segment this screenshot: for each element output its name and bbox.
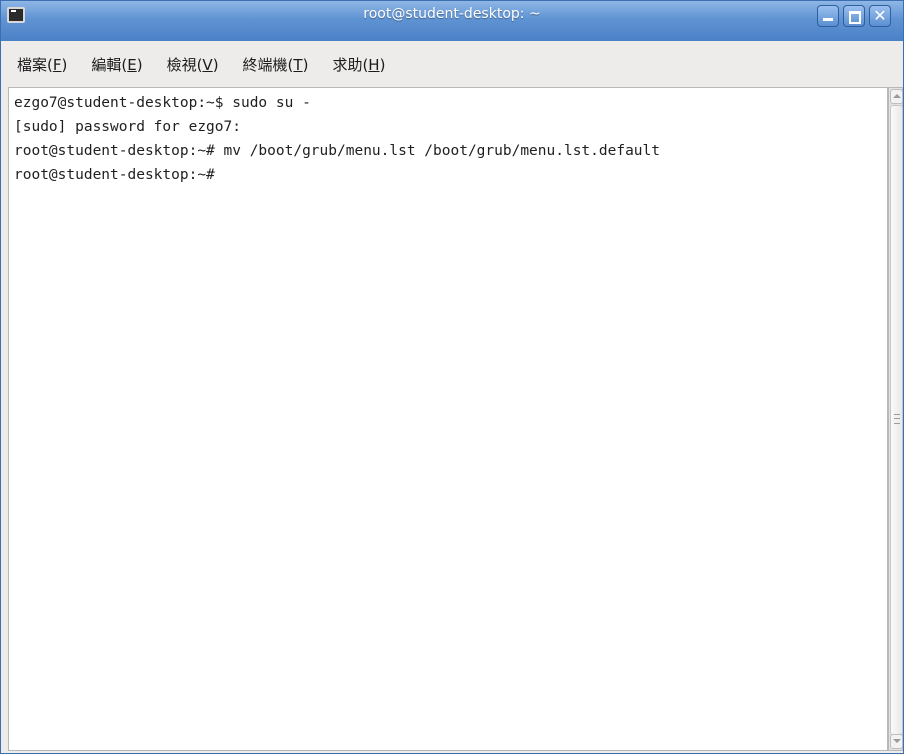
menu-file[interactable]: 檔案(F)	[17, 54, 67, 75]
menu-view-label: 檢視(	[166, 55, 203, 74]
menu-view[interactable]: 檢視(V)	[167, 54, 219, 75]
menu-terminal-mnemonic: T	[293, 55, 303, 74]
minimize-icon	[818, 6, 838, 26]
terminal-output[interactable]: ezgo7@student-desktop:~$ sudo su - [sudo…	[8, 87, 888, 751]
scroll-thumb[interactable]	[890, 105, 903, 735]
maximize-button[interactable]	[843, 5, 865, 27]
menu-help[interactable]: 求助(H)	[332, 54, 385, 75]
menu-view-mnemonic: V	[202, 55, 213, 74]
terminal-line: [sudo] password for ezgo7:	[14, 119, 241, 135]
title-bar[interactable]: root@student-desktop: ~ ✕	[1, 1, 903, 41]
terminal-line: root@student-desktop:~# mv /boot/grub/me…	[14, 143, 661, 159]
window-title: root@student-desktop: ~	[363, 6, 541, 22]
menu-file-mnemonic: F	[52, 55, 62, 74]
minimize-button[interactable]	[817, 5, 839, 27]
menu-terminal-label: 終端機(	[242, 55, 294, 74]
menu-help-mnemonic: H	[368, 55, 380, 74]
menu-edit-suffix: )	[136, 55, 143, 74]
terminal-line: ezgo7@student-desktop:~$ sudo su -	[14, 95, 311, 111]
menu-edit[interactable]: 編輯(E)	[91, 54, 142, 75]
menu-file-suffix: )	[61, 55, 68, 74]
menu-edit-mnemonic: E	[127, 55, 137, 74]
close-icon: ✕	[873, 6, 887, 25]
scroll-down-icon[interactable]	[890, 734, 903, 749]
menu-bar: 檔案(F) 編輯(E) 檢視(V) 終端機(T) 求助(H)	[1, 41, 903, 87]
maximize-icon	[844, 6, 864, 26]
menu-help-suffix: )	[379, 55, 386, 74]
scroll-up-icon[interactable]	[890, 89, 903, 104]
menu-file-label: 檔案(	[17, 55, 53, 74]
close-button[interactable]: ✕	[869, 5, 891, 27]
menu-edit-label: 編輯(	[91, 55, 128, 74]
grip-icon	[894, 414, 900, 424]
menu-help-label: 求助(	[332, 55, 369, 74]
menu-view-suffix: )	[212, 55, 219, 74]
vertical-scrollbar[interactable]	[888, 87, 903, 751]
menu-terminal-suffix: )	[302, 55, 309, 74]
terminal-line: root@student-desktop:~#	[14, 167, 215, 183]
terminal-window: root@student-desktop: ~ ✕ 檔案(F) 編輯(E) 檢視…	[0, 0, 904, 754]
menu-terminal[interactable]: 終端機(T)	[243, 54, 309, 75]
